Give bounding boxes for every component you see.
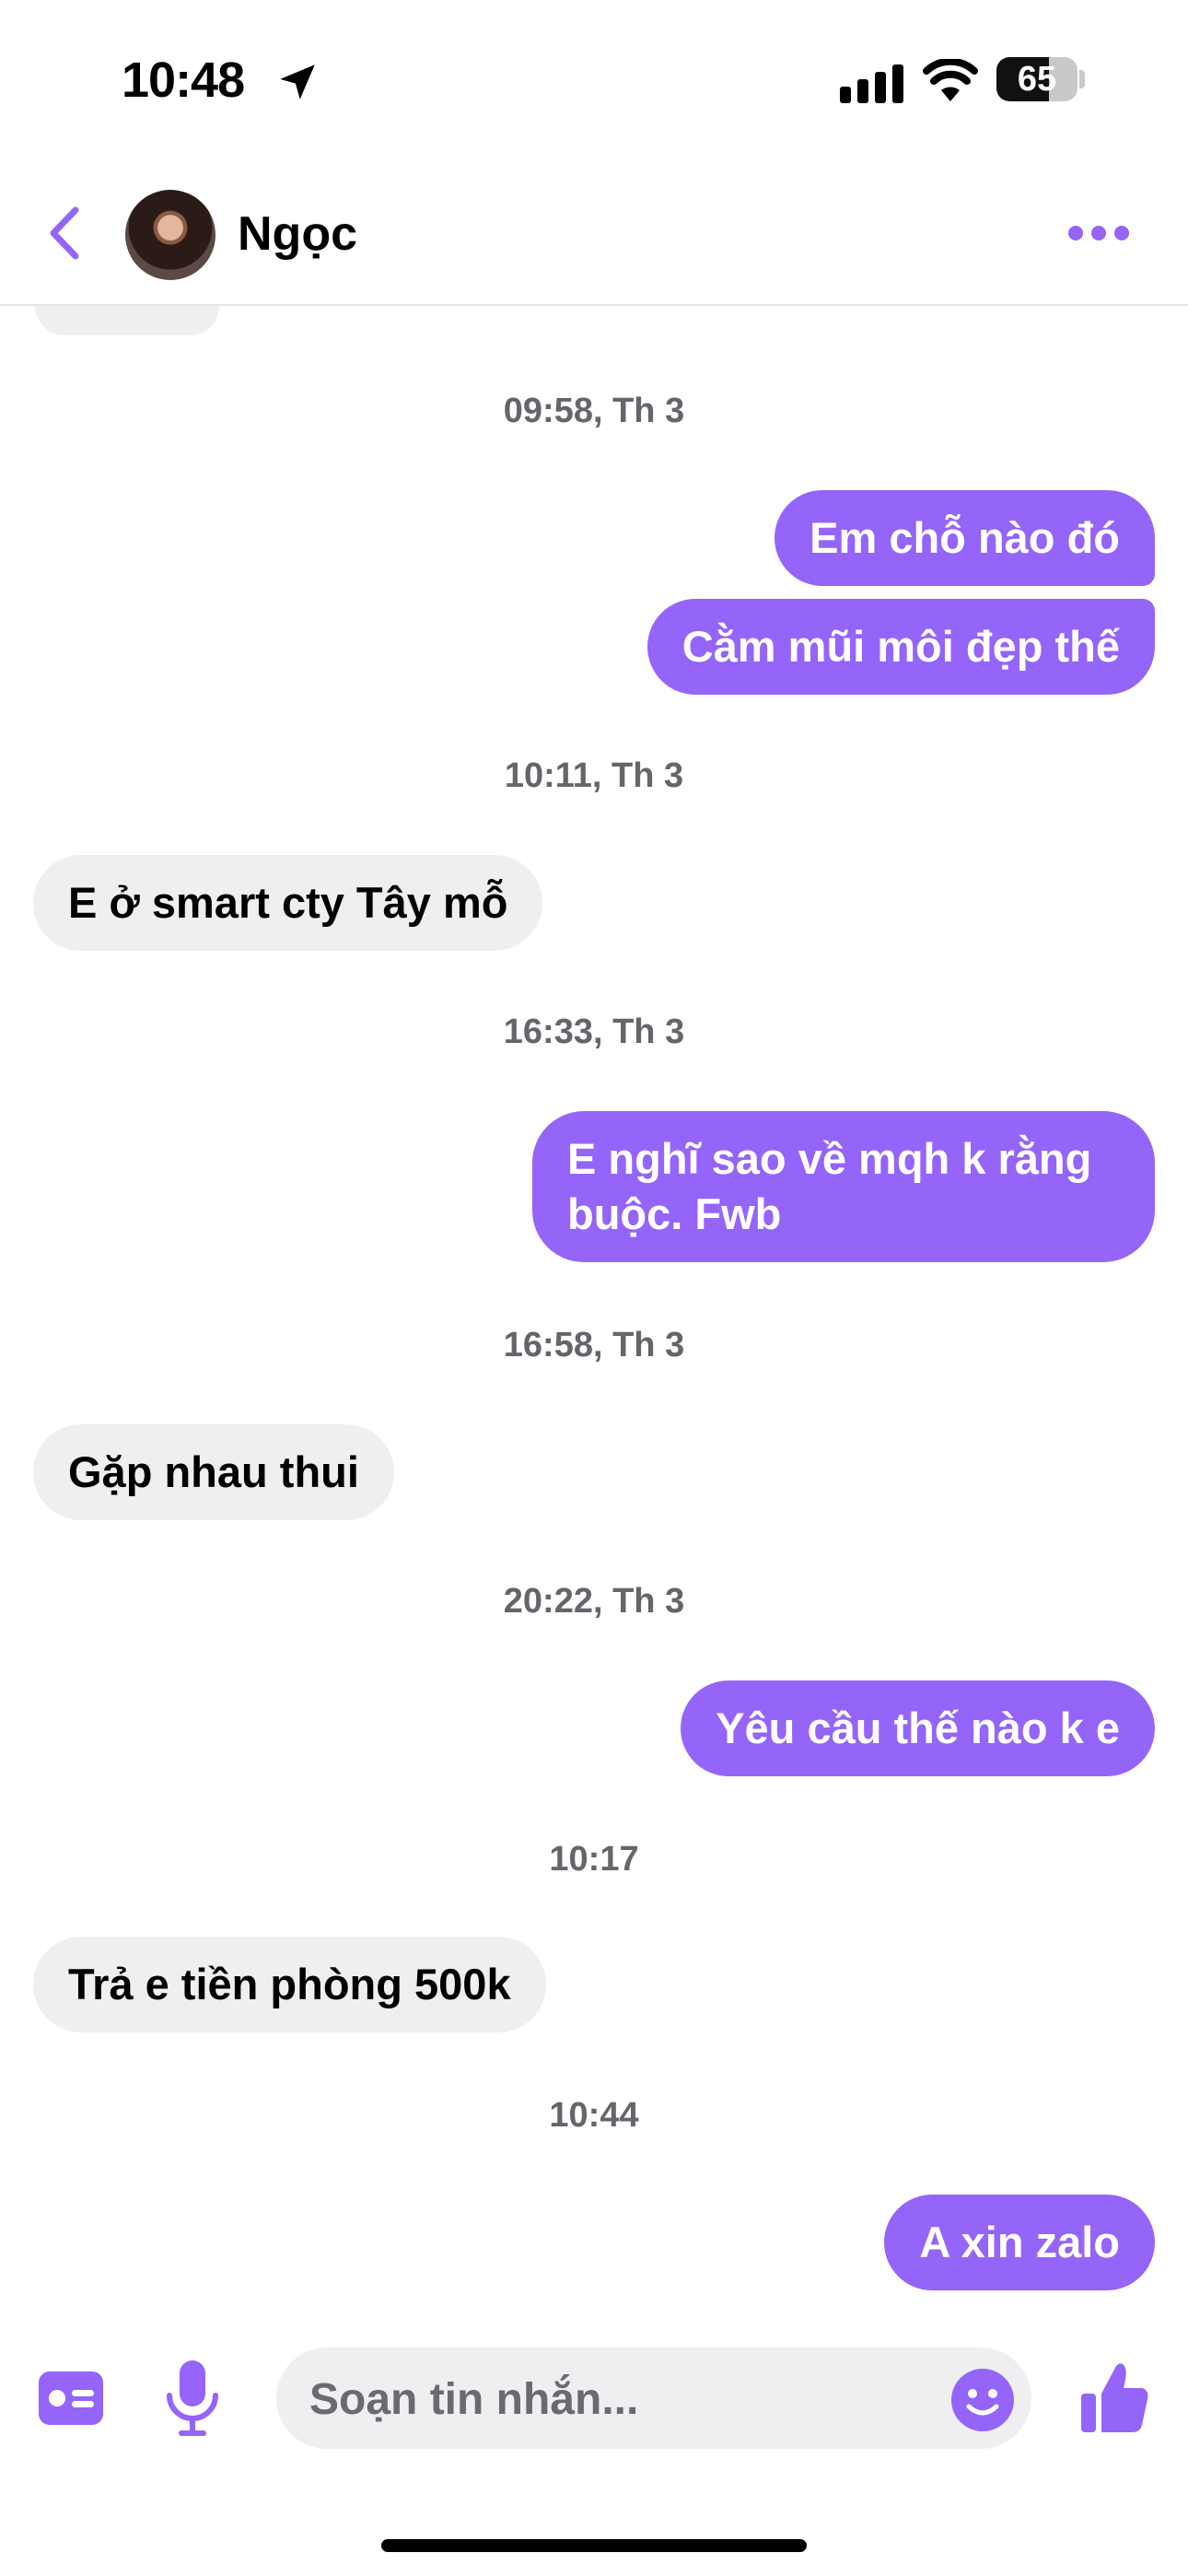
timestamp: 10:11, Th 3 (504, 756, 684, 795)
contact-card-icon[interactable] (37, 2368, 105, 2429)
emoji-icon[interactable] (950, 2368, 1015, 2432)
message-input[interactable] (308, 2348, 919, 2451)
incoming-message[interactable]: E ở smart cty Tây mỗ (33, 855, 543, 951)
timestamp: 20:22, Th 3 (503, 1582, 685, 1621)
thumbs-up-icon[interactable] (1079, 2360, 1149, 2434)
incoming-message[interactable]: Trả e tiền phòng 500k (33, 1937, 546, 2032)
wifi-icon (923, 59, 978, 101)
cellular-signal-icon (840, 64, 903, 103)
home-indicator (381, 2539, 807, 2552)
microphone-icon[interactable] (162, 2359, 223, 2438)
message-composer[interactable] (276, 2348, 1031, 2451)
more-options-icon[interactable] (1066, 219, 1131, 247)
timestamp: 10:44 (549, 2096, 639, 2135)
outgoing-message[interactable]: Em chỗ nào đó (775, 490, 1155, 586)
avatar[interactable] (125, 190, 215, 280)
timestamp: 16:58, Th 3 (503, 1326, 685, 1364)
outgoing-message[interactable]: A xin zalo (884, 2195, 1155, 2290)
location-arrow-icon (280, 64, 315, 100)
outgoing-message[interactable]: E nghĩ sao về mqh k rằng buộc. Fwb (532, 1111, 1155, 1262)
back-chevron-icon[interactable] (42, 205, 88, 262)
outgoing-message[interactable]: Cằm mũi môi đẹp thế (646, 599, 1155, 695)
timestamp: 10:17 (549, 1840, 639, 1879)
timestamp: 16:33, Th 3 (503, 1013, 685, 1051)
battery-cap (1079, 70, 1085, 88)
outgoing-message[interactable]: Yêu cầu thế nào k e (681, 1680, 1155, 1776)
status-time: 10:48 (122, 53, 245, 108)
battery-icon: 65 (996, 57, 1077, 101)
battery-percentage: 65 (1017, 60, 1057, 99)
contact-name[interactable]: Ngọc (238, 205, 357, 263)
timestamp: 09:58, Th 3 (503, 392, 685, 430)
incoming-message[interactable]: Gặp nhau thui (33, 1424, 394, 1520)
